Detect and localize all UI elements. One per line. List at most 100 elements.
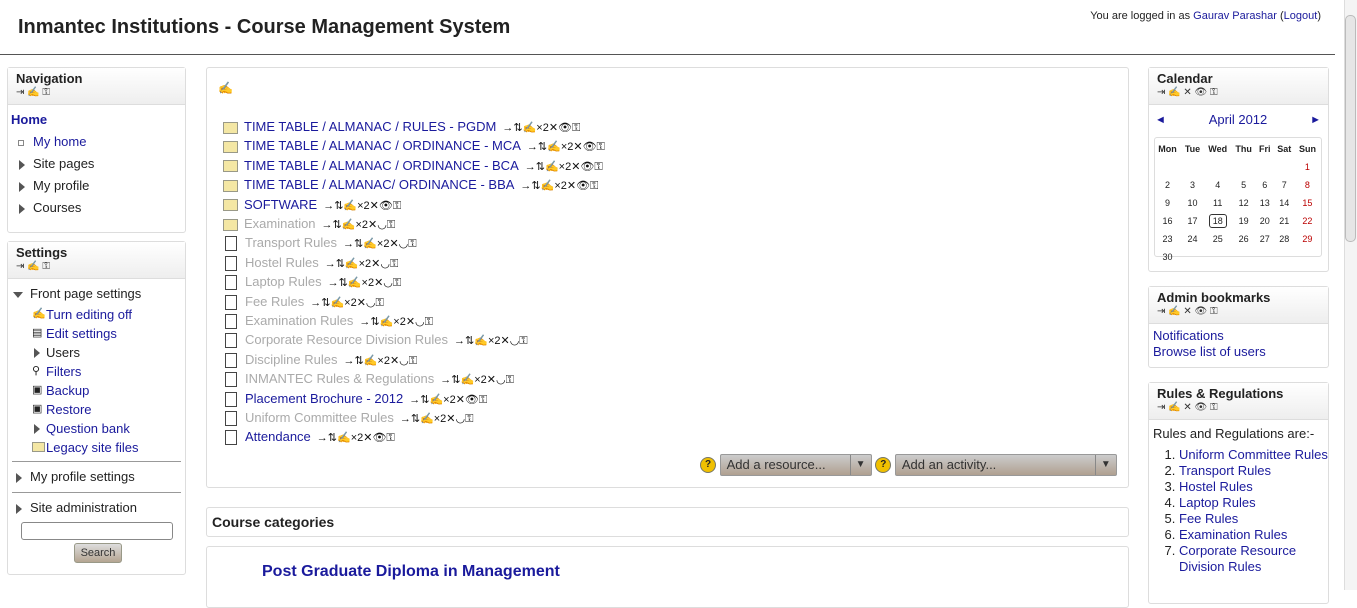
site-administration[interactable]: Site administration xyxy=(8,497,185,519)
rules-link[interactable]: Laptop Rules xyxy=(1179,495,1256,510)
help-icon[interactable]: ? xyxy=(700,457,716,473)
block-controls[interactable]: ⇥ ✍ ⚿ xyxy=(16,260,177,276)
calendar-day[interactable]: 20 xyxy=(1260,216,1270,226)
rules-link[interactable]: Transport Rules xyxy=(1179,463,1271,478)
settings-item[interactable]: ▤ Edit settings xyxy=(8,324,185,343)
calendar-day[interactable]: 17 xyxy=(1188,216,1198,226)
settings-search-input[interactable] xyxy=(21,522,173,540)
nav-item[interactable]: Courses xyxy=(11,197,185,219)
scrollbar[interactable] xyxy=(1344,0,1357,590)
calendar-day[interactable]: 18 xyxy=(1208,214,1227,228)
current-month-link[interactable]: April 2012 xyxy=(1155,112,1321,127)
calendar-day[interactable]: 24 xyxy=(1188,234,1198,244)
block-controls[interactable]: ⇥ ✍ ✕ 👁 ⚿ xyxy=(1157,305,1320,321)
resource-edit-controls[interactable]: →⇅✍×2✕◡⚿ xyxy=(322,219,396,231)
rules-link[interactable]: Corporate Resource Division Rules xyxy=(1179,543,1296,574)
calendar-day[interactable]: 1 xyxy=(1305,162,1310,172)
resource-edit-controls[interactable]: →⇅✍×2✕👁⚿ xyxy=(502,122,580,134)
calendar-day[interactable]: 14 xyxy=(1279,198,1289,208)
calendar-day[interactable]: 6 xyxy=(1262,180,1267,190)
scrollbar-thumb[interactable] xyxy=(1345,15,1356,242)
block-controls[interactable]: ⇥ ✍ ⚿ xyxy=(16,86,177,102)
resource-link[interactable]: Examination Rules xyxy=(245,313,353,328)
resource-link[interactable]: Hostel Rules xyxy=(245,255,319,270)
calendar-day[interactable]: 16 xyxy=(1163,216,1173,226)
settings-item[interactable]: ▣ Backup xyxy=(8,381,185,400)
calendar-day[interactable]: 3 xyxy=(1190,180,1195,190)
resource-link[interactable]: Fee Rules xyxy=(245,294,304,309)
calendar-day[interactable]: 4 xyxy=(1215,180,1220,190)
browse-users-link[interactable]: Browse list of users xyxy=(1153,344,1266,359)
resource-link[interactable]: INMANTEC Rules & Regulations xyxy=(245,371,434,386)
resource-link[interactable]: Attendance xyxy=(245,429,311,444)
add-activity-select[interactable]: Add an activity... ▼ xyxy=(894,454,1117,476)
resource-link[interactable]: SOFTWARE xyxy=(244,197,317,212)
my-profile-settings[interactable]: My profile settings xyxy=(8,466,185,488)
resource-edit-controls[interactable]: →⇅✍×2✕👁⚿ xyxy=(527,141,605,153)
search-button[interactable]: Search xyxy=(74,543,122,563)
calendar-day[interactable]: 26 xyxy=(1239,234,1249,244)
calendar-day[interactable]: 27 xyxy=(1260,234,1270,244)
calendar-day[interactable]: 29 xyxy=(1302,234,1312,244)
resource-link[interactable]: Examination xyxy=(244,216,316,231)
rules-link[interactable]: Fee Rules xyxy=(1179,511,1238,526)
help-icon[interactable]: ? xyxy=(875,457,892,473)
resource-edit-controls[interactable]: →⇅✍×2✕👁⚿ xyxy=(525,161,603,173)
resource-edit-controls[interactable]: →⇅✍×2✕◡⚿ xyxy=(359,316,433,328)
calendar-day[interactable]: 8 xyxy=(1305,180,1310,190)
nav-item[interactable]: My profile xyxy=(11,175,185,197)
resource-link[interactable]: TIME TABLE / ALMANAC / ORDINANCE - BCA xyxy=(244,158,519,173)
category-link-pgdm[interactable]: Post Graduate Diploma in Management xyxy=(262,563,560,581)
resource-edit-controls[interactable]: →⇅✍×2✕👁⚿ xyxy=(520,180,598,192)
calendar-day[interactable]: 7 xyxy=(1282,180,1287,190)
resource-link[interactable]: Placement Brochure - 2012 xyxy=(245,391,403,406)
resource-edit-controls[interactable]: →⇅✍×2✕👁⚿ xyxy=(317,432,395,444)
calendar-day[interactable]: 28 xyxy=(1279,234,1289,244)
logout-link[interactable]: Logout xyxy=(1284,10,1318,22)
calendar-day[interactable]: 10 xyxy=(1188,198,1198,208)
calendar-day[interactable]: 2 xyxy=(1165,180,1170,190)
resource-link[interactable]: Laptop Rules xyxy=(245,274,322,289)
settings-item[interactable]: Question bank xyxy=(8,419,185,438)
edit-summary-icon[interactable]: ✍ xyxy=(218,81,233,95)
settings-item[interactable]: ✍ Turn editing off xyxy=(8,305,185,324)
resource-edit-controls[interactable]: →⇅✍×2✕◡⚿ xyxy=(343,238,417,250)
settings-item[interactable]: Legacy site files xyxy=(8,438,185,457)
resource-link[interactable]: TIME TABLE / ALMANAC / ORDINANCE - MCA xyxy=(244,138,521,153)
nav-home-link[interactable]: Home xyxy=(11,112,47,127)
settings-item[interactable]: Users xyxy=(8,343,185,362)
calendar-day[interactable]: 11 xyxy=(1213,198,1222,208)
calendar-day[interactable]: 15 xyxy=(1302,198,1312,208)
calendar-day[interactable]: 23 xyxy=(1163,234,1173,244)
resource-edit-controls[interactable]: →⇅✍×2✕◡⚿ xyxy=(400,413,474,425)
resource-link[interactable]: Corporate Resource Division Rules xyxy=(245,332,448,347)
resource-link[interactable]: TIME TABLE / ALMANAC/ ORDINANCE - BBA xyxy=(244,177,514,192)
resource-edit-controls[interactable]: →⇅✍×2✕◡⚿ xyxy=(454,335,528,347)
settings-item[interactable]: ▣ Restore xyxy=(8,400,185,419)
calendar-day[interactable]: 13 xyxy=(1260,198,1270,208)
calendar-day[interactable]: 12 xyxy=(1239,198,1249,208)
next-month-icon[interactable]: ► xyxy=(1310,114,1321,126)
calendar-day[interactable]: 25 xyxy=(1213,234,1223,244)
calendar-day[interactable]: 19 xyxy=(1239,216,1249,226)
front-page-settings[interactable]: Front page settings xyxy=(8,283,185,305)
resource-link[interactable]: Discipline Rules xyxy=(245,352,337,367)
calendar-day[interactable]: 22 xyxy=(1302,216,1312,226)
user-link[interactable]: Gaurav Parashar xyxy=(1193,10,1277,22)
block-controls[interactable]: ⇥ ✍ ✕ 👁 ⚿ xyxy=(1157,86,1320,102)
resource-edit-controls[interactable]: →⇅✍×2✕👁⚿ xyxy=(409,394,487,406)
rules-link[interactable]: Uniform Committee Rules xyxy=(1179,447,1328,462)
settings-item[interactable]: ⚲ Filters xyxy=(8,362,185,381)
calendar-day[interactable]: 30 xyxy=(1163,252,1173,262)
block-controls[interactable]: ⇥ ✍ ✕ 👁 ⚿ xyxy=(1157,401,1320,417)
resource-edit-controls[interactable]: →⇅✍×2✕◡⚿ xyxy=(328,277,402,289)
nav-item[interactable]: Site pages xyxy=(11,153,185,175)
resource-link[interactable]: TIME TABLE / ALMANAC / RULES - PGDM xyxy=(244,119,496,134)
resource-edit-controls[interactable]: →⇅✍×2✕👁⚿ xyxy=(323,200,401,212)
resource-link[interactable]: Uniform Committee Rules xyxy=(245,410,394,425)
resource-edit-controls[interactable]: →⇅✍×2✕◡⚿ xyxy=(343,355,417,367)
resource-edit-controls[interactable]: →⇅✍×2✕◡⚿ xyxy=(440,374,514,386)
resource-edit-controls[interactable]: →⇅✍×2✕◡⚿ xyxy=(325,258,399,270)
calendar-day[interactable]: 9 xyxy=(1165,198,1170,208)
rules-link[interactable]: Hostel Rules xyxy=(1179,479,1253,494)
